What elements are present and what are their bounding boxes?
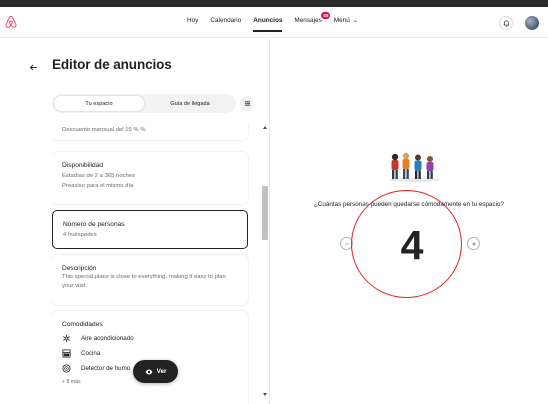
amenity-item: Aire acondicionado: [62, 331, 238, 346]
list-settings-icon: [244, 100, 250, 107]
top-header: Hoy Calendario Anuncios Mensajes 88 Menú…: [0, 7, 548, 38]
eye-icon: [145, 369, 152, 374]
kitchen-icon: [62, 349, 74, 358]
amenity-item: Cocina: [62, 346, 238, 361]
availability-line-1: Estadías de 2 a 365 noches: [62, 173, 136, 179]
preview-button[interactable]: Ver: [133, 360, 178, 383]
messages-badge: 88: [321, 12, 331, 19]
guests-illustration-icon: [389, 152, 441, 182]
scrollbar-thumb[interactable]: [262, 186, 268, 240]
smoke-detector-icon: [62, 364, 74, 373]
main-nav: Hoy Calendario Anuncios Mensajes 88 Menú…: [187, 12, 370, 32]
arrow-left-icon: [29, 64, 37, 70]
card-amenities[interactable]: Comodidades Aire acondicionado Cocina De…: [52, 311, 248, 404]
discount-text: Descuento mensual del 15 % %: [62, 127, 146, 133]
guests-question: ¿Cuántas personas pueden quedarse cómoda…: [313, 201, 505, 208]
nav-hoy[interactable]: Hoy: [187, 17, 198, 24]
page-title: Editor de anuncios: [52, 57, 172, 72]
availability-line-2: Preaviso para el mismo día: [62, 183, 134, 189]
guests-count: 4 huéspedes: [63, 232, 97, 238]
amenity-label: Aire acondicionado: [81, 335, 134, 342]
nav-mensajes[interactable]: Mensajes 88: [294, 12, 331, 24]
chevron-down-icon: ⌄: [352, 18, 358, 24]
scrollbar[interactable]: [261, 122, 269, 404]
description-title: Descripción: [62, 265, 97, 272]
minus-icon: [344, 243, 349, 244]
tab-switcher: Tu espacio Guía de llegada: [52, 94, 236, 113]
guest-count: 4: [400, 222, 424, 268]
nav-menu[interactable]: Menú ⌄: [334, 17, 358, 24]
nav-calendario[interactable]: Calendario: [210, 17, 241, 24]
nav-anuncios[interactable]: Anuncios: [253, 17, 283, 32]
increase-guests-button[interactable]: [467, 237, 480, 250]
plus-icon: [471, 241, 476, 246]
notifications-button[interactable]: [499, 16, 513, 30]
tab-tu-espacio[interactable]: Tu espacio: [54, 96, 144, 111]
avatar[interactable]: [525, 16, 539, 30]
amenities-title: Comodidades: [62, 321, 103, 328]
availability-title: Disponibilidad: [62, 162, 104, 169]
back-button[interactable]: [25, 59, 41, 75]
tabs-options-button[interactable]: [240, 96, 254, 111]
scroll-up-arrow-icon[interactable]: [263, 126, 267, 129]
amenity-label: Cocina: [81, 350, 101, 357]
guests-title: Número de personas: [63, 221, 125, 228]
amenity-label: Detector de humo: [81, 365, 131, 372]
browser-top-strip: [0, 0, 548, 7]
nav-menu-label: Menú: [333, 17, 350, 24]
panel-divider: [269, 39, 270, 404]
card-description[interactable]: Descripción This special place is close …: [52, 255, 248, 305]
decrease-guests-button[interactable]: [340, 237, 353, 250]
snowflake-icon: [62, 334, 74, 343]
card-availability[interactable]: Disponibilidad Estadías de 2 a 365 noche…: [52, 152, 248, 204]
description-text: This special place is close to everythin…: [62, 274, 226, 289]
nav-mensajes-label: Mensajes: [294, 17, 322, 24]
card-guests[interactable]: Número de personas 4 huéspedes: [52, 210, 248, 249]
bell-icon: [502, 20, 510, 27]
tab-guia-de-llegada[interactable]: Guía de llegada: [146, 96, 234, 111]
scroll-down-arrow-icon[interactable]: [263, 393, 267, 396]
airbnb-logo-icon[interactable]: [4, 15, 18, 29]
preview-button-label: Ver: [156, 368, 167, 375]
card-discounts[interactable]: Descuento mensual del 15 % %: [52, 122, 248, 140]
